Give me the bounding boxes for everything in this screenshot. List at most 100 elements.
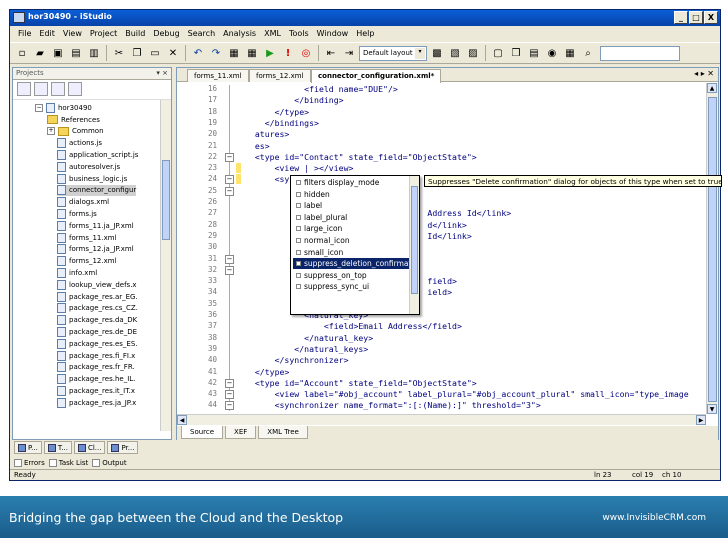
collapse-icon[interactable]: − bbox=[35, 103, 43, 112]
tab-classes[interactable]: Cl... bbox=[73, 441, 106, 454]
fold-toggle-icon[interactable]: − bbox=[225, 265, 234, 275]
tree-item[interactable]: forms.js bbox=[57, 208, 97, 219]
tree-item[interactable]: forms_11.xml bbox=[57, 232, 117, 243]
settings-icon[interactable]: ▦ bbox=[562, 45, 578, 61]
tab-forms-11[interactable]: forms_11.xml bbox=[187, 69, 249, 82]
paste-icon[interactable]: ▭ bbox=[147, 45, 163, 61]
tree-item[interactable]: package_res.da_DK bbox=[57, 315, 137, 326]
menu-tools[interactable]: Tools bbox=[285, 27, 313, 41]
scroll-up-icon[interactable]: ▲ bbox=[707, 83, 717, 93]
tree-item[interactable]: forms_11.ja_JP.xml bbox=[57, 220, 134, 231]
fold-toggle-icon[interactable]: − bbox=[225, 390, 234, 400]
tab-xef[interactable]: XEF bbox=[225, 426, 257, 439]
tree-item[interactable]: lookup_view_defs.x bbox=[57, 279, 137, 290]
menu-edit[interactable]: Edit bbox=[35, 27, 59, 41]
tree-item[interactable]: package_res.ja_JP.x bbox=[57, 397, 136, 408]
autocomplete-scroll-thumb[interactable] bbox=[411, 186, 418, 294]
autocomplete-item[interactable]: label bbox=[293, 200, 409, 211]
autocomplete-item[interactable]: small_icon bbox=[293, 247, 409, 258]
tree-item[interactable]: References bbox=[47, 114, 100, 125]
fold-toggle-icon[interactable]: − bbox=[225, 401, 234, 411]
menu-search[interactable]: Search bbox=[184, 27, 219, 41]
layout-manage-icon[interactable]: ▨ bbox=[465, 45, 481, 61]
tree-item[interactable]: connector_configur bbox=[57, 184, 137, 196]
indent-left-icon[interactable]: ⇤ bbox=[323, 45, 339, 61]
menu-help[interactable]: Help bbox=[352, 27, 378, 41]
autocomplete-list[interactable]: filters display_mode hidden label label_plu… bbox=[290, 175, 420, 315]
undo-icon[interactable]: ↶ bbox=[190, 45, 206, 61]
run-icon[interactable]: ▶ bbox=[262, 45, 278, 61]
tree-item[interactable]: package_res.fr_FR. bbox=[57, 362, 135, 373]
minimize-button[interactable]: _ bbox=[674, 11, 688, 24]
tree-item[interactable]: application_script.js bbox=[57, 149, 138, 160]
tree-item[interactable]: dialogs.xml bbox=[57, 197, 109, 208]
tree-item[interactable]: actions.js bbox=[57, 138, 102, 149]
tab-task-list[interactable]: Task List bbox=[48, 457, 88, 469]
build-icon[interactable]: ▦ bbox=[226, 45, 242, 61]
tab-output[interactable]: Output bbox=[92, 457, 127, 469]
cascade-icon[interactable]: ❒ bbox=[508, 45, 524, 61]
new-file-icon[interactable]: ▫ bbox=[14, 45, 30, 61]
editor-tab-controls[interactable]: ◂ ▸ ✕ bbox=[694, 69, 714, 78]
autocomplete-item[interactable]: suppress_on_top bbox=[293, 270, 409, 281]
menu-analysis[interactable]: Analysis bbox=[219, 27, 260, 41]
code-area[interactable]: − − − − − − − − <field name="DUE"/> </binding> … bbox=[177, 83, 701, 414]
footer-url[interactable]: www.InvisibleCRM.com bbox=[602, 513, 706, 523]
chevron-down-icon[interactable]: ▾ bbox=[415, 47, 425, 59]
open-folder-icon[interactable]: ▰ bbox=[32, 45, 48, 61]
menu-view[interactable]: View bbox=[59, 27, 86, 41]
stop-icon[interactable]: ◎ bbox=[298, 45, 314, 61]
close-button[interactable]: X bbox=[704, 11, 718, 24]
tree-item[interactable]: package_res.ar_EG. bbox=[57, 291, 138, 302]
tree-item[interactable]: package_res.de_DE bbox=[57, 326, 137, 337]
properties-icon[interactable] bbox=[34, 82, 48, 96]
editor-horizontal-scrollbar[interactable]: ◀ ▶ bbox=[177, 414, 706, 425]
tab-connector-configuration[interactable]: connector_configuration.xml* bbox=[311, 69, 442, 83]
tile-icon[interactable]: ▤ bbox=[526, 45, 542, 61]
tab-projects[interactable]: P... bbox=[14, 441, 42, 454]
tab-source[interactable]: Source bbox=[181, 426, 224, 439]
indent-right-icon[interactable]: ⇥ bbox=[341, 45, 357, 61]
redo-icon[interactable]: ↷ bbox=[208, 45, 224, 61]
tab-xml-tree[interactable]: XML Tree bbox=[258, 426, 308, 439]
fold-toggle-icon[interactable]: − bbox=[225, 152, 234, 162]
expand-icon[interactable]: + bbox=[47, 127, 55, 136]
panel-controls[interactable]: ▾ ⨯ bbox=[156, 69, 168, 77]
tree-item[interactable]: + Common bbox=[47, 126, 104, 137]
tree-item[interactable]: package_res.it_IT.x bbox=[57, 385, 135, 396]
browse-icon[interactable] bbox=[68, 82, 82, 96]
menu-build[interactable]: Build bbox=[121, 27, 149, 41]
autocomplete-item[interactable]: normal_icon bbox=[293, 235, 409, 246]
tree-item[interactable]: package_res.cs_CZ. bbox=[57, 303, 138, 314]
build-all-icon[interactable]: ▦ bbox=[244, 45, 260, 61]
tab-errors[interactable]: Errors bbox=[14, 457, 45, 469]
copy-icon[interactable]: ❐ bbox=[129, 45, 145, 61]
search-icon[interactable]: ⌕ bbox=[580, 45, 596, 61]
refresh-icon[interactable] bbox=[17, 82, 31, 96]
tree-item[interactable]: forms_12.ja_JP.xml bbox=[57, 244, 134, 255]
delete-icon[interactable]: ✕ bbox=[165, 45, 181, 61]
search-input[interactable] bbox=[600, 45, 680, 61]
menu-project[interactable]: Project bbox=[86, 27, 121, 41]
editor-scroll-thumb[interactable] bbox=[708, 97, 717, 402]
maximize-button[interactable]: □ bbox=[689, 11, 703, 24]
tree-scrollbar[interactable] bbox=[160, 100, 171, 431]
tree-scroll-thumb[interactable] bbox=[162, 160, 170, 240]
browser-icon[interactable]: ◉ bbox=[544, 45, 560, 61]
tab-types[interactable]: T... bbox=[43, 441, 72, 454]
window-icon[interactable]: ▢ bbox=[490, 45, 506, 61]
save-all-icon[interactable]: ▤ bbox=[68, 45, 84, 61]
menu-file[interactable]: File bbox=[14, 27, 35, 41]
cut-icon[interactable]: ✂ bbox=[111, 45, 127, 61]
layout-select[interactable]: Default layout ▾ bbox=[359, 45, 427, 61]
breakpoint-icon[interactable]: ! bbox=[280, 45, 296, 61]
tree-item[interactable]: package_res.es_ES. bbox=[57, 338, 138, 349]
scroll-left-icon[interactable]: ◀ bbox=[177, 415, 187, 425]
autocomplete-item[interactable]: large_icon bbox=[293, 223, 409, 234]
scroll-down-icon[interactable]: ▼ bbox=[707, 404, 717, 414]
menu-debug[interactable]: Debug bbox=[149, 27, 183, 41]
menu-window[interactable]: Window bbox=[313, 27, 353, 41]
autocomplete-scrollbar[interactable] bbox=[409, 176, 419, 314]
scroll-right-icon[interactable]: ▶ bbox=[696, 415, 706, 425]
tree-item[interactable]: package_res.he_IL. bbox=[57, 374, 135, 385]
